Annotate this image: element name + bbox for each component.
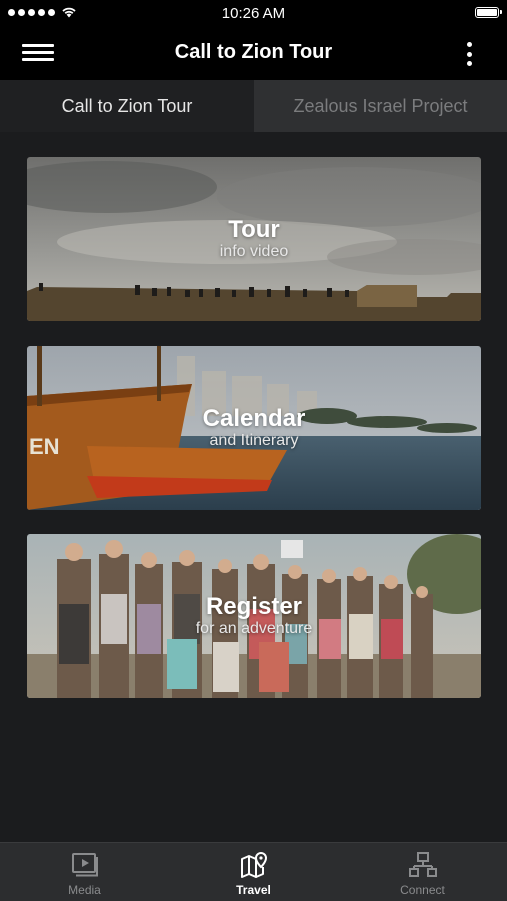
network-icon <box>408 852 437 877</box>
map-pin-icon <box>240 851 267 878</box>
register-card[interactable]: Register for an adventure <box>27 534 481 698</box>
tab-travel-label: Travel <box>236 883 271 897</box>
tab-call-to-zion-tour[interactable]: Call to Zion Tour <box>0 80 254 132</box>
tab-connect[interactable]: Connect <box>338 843 507 901</box>
tour-card-title: Tour <box>228 216 280 243</box>
media-icon <box>71 853 98 877</box>
tab-connect-label: Connect <box>400 883 445 897</box>
calendar-card-text: Calendar and Itinerary <box>27 405 481 450</box>
navigation-bar: Call to Zion Tour <box>0 28 507 80</box>
status-time: 10:26 AM <box>221 5 286 22</box>
register-card-title: Register <box>205 593 303 620</box>
tab-travel[interactable]: Travel <box>169 843 338 901</box>
tab-media-label: Media <box>68 883 101 897</box>
register-card-subtitle: for an adventure <box>195 620 313 637</box>
tour-card[interactable]: Tour info video <box>27 157 481 321</box>
tab-media[interactable]: Media <box>0 843 169 901</box>
calendar-card[interactable]: EN Calendar and Itinerary <box>27 346 481 510</box>
tab-bar-top: Call to Zion Tour Zealous Israel Project <box>0 80 507 132</box>
battery-icon <box>475 7 502 18</box>
bottom-tab-bar: Media Travel Connect <box>0 842 507 901</box>
tour-card-subtitle: info video <box>219 243 289 260</box>
status-bar: 10:26 AM <box>0 0 507 28</box>
calendar-card-title: Calendar <box>202 405 306 432</box>
page-title: Call to Zion Tour <box>174 41 333 63</box>
more-options-icon[interactable] <box>461 40 477 68</box>
tour-card-text: Tour info video <box>27 216 481 261</box>
calendar-card-subtitle: and Itinerary <box>209 432 299 449</box>
register-card-text: Register for an adventure <box>27 593 481 638</box>
tab-zealous-israel-project[interactable]: Zealous Israel Project <box>254 80 507 132</box>
